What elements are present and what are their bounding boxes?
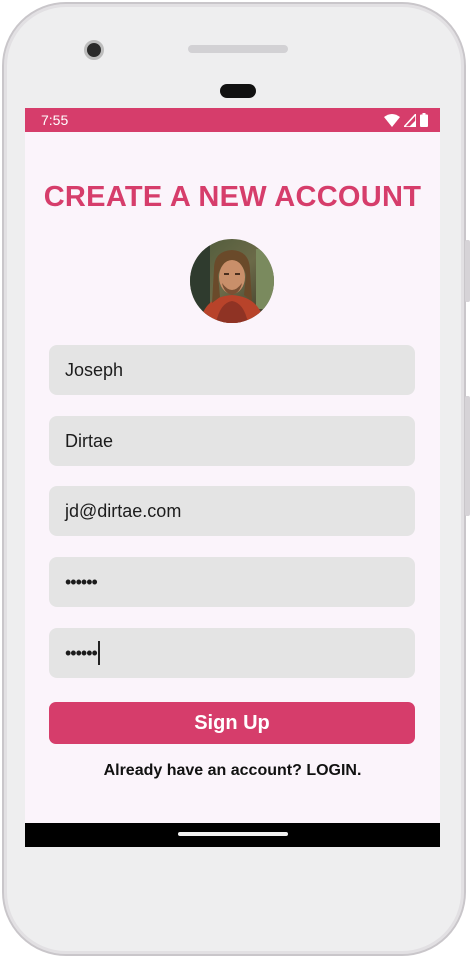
email-field[interactable]: jd@dirtae.com — [49, 486, 415, 536]
first-name-value: Joseph — [65, 359, 124, 380]
password-value: •••••• — [65, 571, 98, 592]
avatar[interactable] — [190, 239, 274, 323]
email-value: jd@dirtae.com — [65, 500, 182, 521]
last-name-value: Dirtae — [65, 430, 114, 451]
app-screen: 7:55 CREATE A NEW ACCOUNT Joseph Dirtae … — [25, 108, 440, 847]
home-indicator[interactable] — [178, 832, 288, 836]
navigation-bar — [25, 823, 440, 847]
confirm-password-value: •••••• — [65, 642, 98, 663]
volume-button — [465, 396, 470, 516]
sign-up-button[interactable]: Sign Up — [49, 702, 415, 744]
earpiece-speaker — [188, 45, 288, 53]
status-time: 7:55 — [41, 112, 69, 128]
password-field[interactable]: •••••• — [49, 557, 415, 607]
profile-photo — [190, 239, 274, 323]
proximity-sensor — [220, 84, 256, 98]
wifi-icon — [384, 113, 400, 127]
status-icons — [384, 113, 428, 127]
confirm-password-field[interactable]: •••••• — [49, 628, 415, 678]
status-bar: 7:55 — [25, 108, 440, 132]
text-cursor — [97, 641, 100, 665]
login-link[interactable]: Already have an account? LOGIN. — [25, 762, 440, 780]
first-name-field[interactable]: Joseph — [49, 345, 415, 395]
signal-icon — [404, 113, 416, 127]
front-camera — [84, 40, 104, 60]
power-button — [465, 240, 470, 302]
battery-icon — [420, 113, 428, 127]
page-title: CREATE A NEW ACCOUNT — [43, 181, 422, 213]
last-name-field[interactable]: Dirtae — [49, 416, 415, 466]
